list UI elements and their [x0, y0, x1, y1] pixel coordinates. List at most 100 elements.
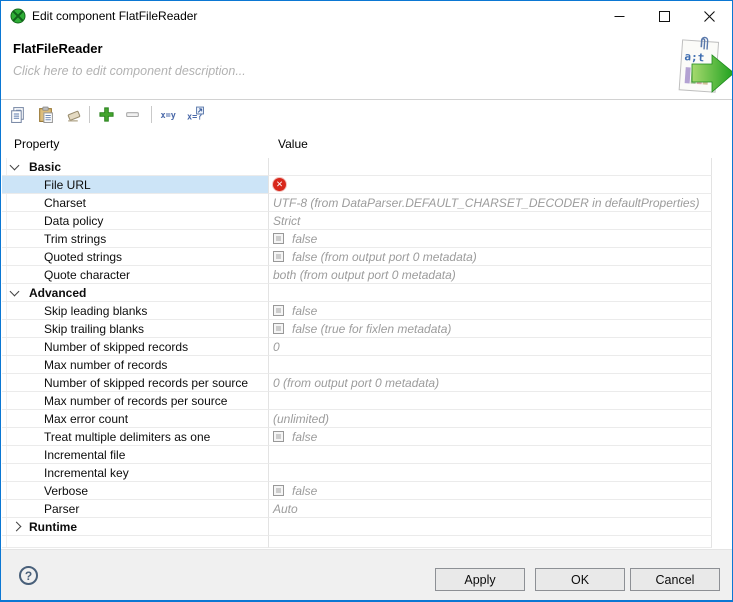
- error-icon: ✕: [273, 178, 286, 191]
- property-row-data-policy[interactable]: Data policyStrict: [2, 212, 728, 230]
- property-cell[interactable]: Treat multiple delimiters as one: [2, 428, 268, 446]
- property-value: 0 (from output port 0 metadata): [273, 376, 439, 390]
- chevron-right-icon[interactable]: [12, 522, 22, 532]
- value-cell[interactable]: false: [268, 230, 712, 248]
- value-cell[interactable]: false: [268, 302, 712, 320]
- checkbox-unchecked[interactable]: [273, 485, 284, 496]
- property-cell[interactable]: Charset: [2, 194, 268, 212]
- value-column-header[interactable]: Value: [278, 137, 308, 151]
- help-button[interactable]: ?: [19, 566, 38, 585]
- property-row-incremental-file[interactable]: Incremental file: [2, 446, 728, 464]
- value-cell[interactable]: Strict: [268, 212, 712, 230]
- checkbox-unchecked[interactable]: [273, 233, 284, 244]
- maximize-icon: [659, 11, 670, 22]
- chevron-down-icon[interactable]: [10, 161, 20, 171]
- close-button[interactable]: [687, 1, 732, 31]
- remove-attribute-icon[interactable]: [124, 106, 141, 123]
- property-row-verbose[interactable]: Verbosefalse: [2, 482, 728, 500]
- property-row-skip-trailing-blanks[interactable]: Skip trailing blanks false (true for fixl…: [2, 320, 728, 338]
- property-row-quote-character[interactable]: Quote characterboth (from output port 0 …: [2, 266, 728, 284]
- value-cell[interactable]: [268, 464, 712, 482]
- value-cell[interactable]: 0 (from output port 0 metadata): [268, 374, 712, 392]
- property-cell[interactable]: Advanced: [2, 284, 268, 302]
- property-cell[interactable]: Max number of records per source: [2, 392, 268, 410]
- property-cell[interactable]: Number of skipped records per source: [2, 374, 268, 392]
- checkbox-unchecked[interactable]: [273, 323, 284, 334]
- property-row-number-of-skipped-records-per-source[interactable]: Number of skipped records per source 0 (f…: [2, 374, 728, 392]
- apply-button[interactable]: Apply: [435, 568, 525, 591]
- property-cell[interactable]: Skip leading blanks: [2, 302, 268, 320]
- cancel-button[interactable]: Cancel: [630, 568, 720, 591]
- help-icon: ?: [25, 569, 32, 583]
- property-column-header[interactable]: Property: [14, 137, 59, 151]
- paste-icon[interactable]: [37, 106, 54, 123]
- minimize-icon: [614, 11, 625, 22]
- component-dialog-icon: [10, 8, 26, 24]
- property-cell[interactable]: Quoted strings: [2, 248, 268, 266]
- component-description-placeholder[interactable]: Click here to edit component description…: [13, 64, 246, 78]
- property-row-max-number-of-records-per-source[interactable]: Max number of records per source: [2, 392, 728, 410]
- assignment-wizard-icon[interactable]: x=?: [187, 106, 204, 123]
- value-cell[interactable]: Auto: [268, 500, 712, 518]
- property-cell[interactable]: Quote character: [2, 266, 268, 284]
- simple-assignment-icon[interactable]: x=y: [160, 106, 177, 123]
- property-row-max-error-count[interactable]: Max error count(unlimited): [2, 410, 728, 428]
- value-cell[interactable]: [268, 446, 712, 464]
- property-row-number-of-skipped-records[interactable]: Number of skipped records0: [2, 338, 728, 356]
- value-cell[interactable]: both (from output port 0 metadata): [268, 266, 712, 284]
- property-row-treat-multiple-delimiters-as-one[interactable]: Treat multiple delimiters as onefalse: [2, 428, 728, 446]
- section-row-runtime[interactable]: Runtime: [2, 518, 728, 536]
- property-row-skip-leading-blanks[interactable]: Skip leading blanksfalse: [2, 302, 728, 320]
- property-cell[interactable]: Incremental key: [2, 464, 268, 482]
- checkbox-unchecked[interactable]: [273, 251, 284, 262]
- property-row-quoted-strings[interactable]: Quoted strings false (from output port 0 …: [2, 248, 728, 266]
- property-row-trim-strings[interactable]: Trim stringsfalse: [2, 230, 728, 248]
- property-cell[interactable]: Parser: [2, 500, 268, 518]
- property-cell: [2, 536, 268, 548]
- value-cell[interactable]: false (from output port 0 metadata): [268, 248, 712, 266]
- maximize-button[interactable]: [642, 1, 687, 31]
- property-cell[interactable]: Skip trailing blanks: [2, 320, 268, 338]
- property-row-parser[interactable]: ParserAuto: [2, 500, 728, 518]
- property-cell[interactable]: Basic: [2, 158, 268, 176]
- section-row-advanced[interactable]: Advanced: [2, 284, 728, 302]
- edit-component-dialog: Edit component FlatFileReader FlatFileRe…: [0, 0, 733, 602]
- value-cell[interactable]: UTF-8 (from DataParser.DEFAULT_CHARSET_D…: [268, 194, 712, 212]
- chevron-down-icon[interactable]: [10, 287, 20, 297]
- property-cell[interactable]: Data policy: [2, 212, 268, 230]
- value-cell[interactable]: (unlimited): [268, 410, 712, 428]
- section-row-basic[interactable]: Basic: [2, 158, 728, 176]
- property-cell[interactable]: Max number of records: [2, 356, 268, 374]
- add-attribute-icon[interactable]: [98, 106, 115, 123]
- value-cell[interactable]: false (true for fixlen metadata): [268, 320, 712, 338]
- property-row-max-number-of-records[interactable]: Max number of records: [2, 356, 728, 374]
- value-cell[interactable]: [268, 392, 712, 410]
- property-cell[interactable]: Trim strings: [2, 230, 268, 248]
- property-table-body: BasicFile URL✕... Charset UTF-8 (from Data…: [2, 158, 728, 548]
- value-cell[interactable]: ✕...: [268, 176, 712, 194]
- value-cell[interactable]: false: [268, 482, 712, 500]
- property-cell[interactable]: File URL: [2, 176, 268, 194]
- property-cell[interactable]: Number of skipped records: [2, 338, 268, 356]
- title-bar[interactable]: Edit component FlatFileReader: [1, 1, 732, 31]
- ok-button[interactable]: OK: [535, 568, 625, 591]
- property-cell[interactable]: Verbose: [2, 482, 268, 500]
- attribute-toolbar: x=y x=?: [1, 100, 732, 129]
- property-cell[interactable]: Runtime: [2, 518, 268, 536]
- value-cell[interactable]: [268, 356, 712, 374]
- minimize-button[interactable]: [597, 1, 642, 31]
- property-label: Quoted strings: [44, 250, 122, 264]
- value-cell[interactable]: false: [268, 428, 712, 446]
- erase-icon[interactable]: [65, 106, 82, 123]
- property-row-incremental-key[interactable]: Incremental key: [2, 464, 728, 482]
- property-cell[interactable]: Max error count: [2, 410, 268, 428]
- property-row-charset[interactable]: Charset UTF-8 (from DataParser.DEFAULT_CH…: [2, 194, 728, 212]
- property-row-file-url[interactable]: File URL✕...: [2, 176, 728, 194]
- property-label: Charset: [44, 196, 86, 210]
- checkbox-unchecked[interactable]: [273, 305, 284, 316]
- value-cell[interactable]: 0: [268, 338, 712, 356]
- copy-icon[interactable]: [9, 106, 26, 123]
- property-cell[interactable]: Incremental file: [2, 446, 268, 464]
- checkbox-unchecked[interactable]: [273, 431, 284, 442]
- property-label: Skip trailing blanks: [44, 322, 144, 336]
